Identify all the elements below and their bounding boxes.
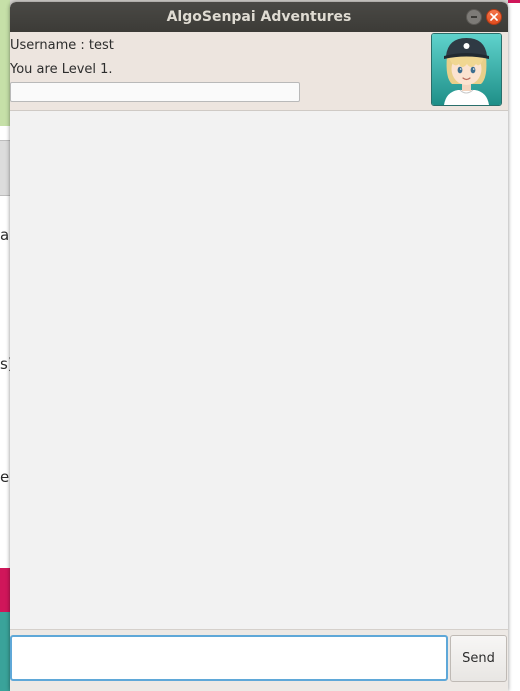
message-compose-bar: Send	[10, 629, 508, 691]
window-title: AlgoSenpai Adventures	[166, 9, 352, 25]
message-input[interactable]	[10, 635, 448, 681]
user-info-header: Username : test You are Level 1.	[10, 32, 508, 111]
background-window-right	[508, 0, 520, 691]
chat-message-area[interactable]	[10, 111, 508, 629]
background-toolbar	[0, 140, 10, 196]
title-bar[interactable]: AlgoSenpai Adventures	[10, 2, 508, 32]
desktop: a s) e AlgoSenpai Adventures Username : …	[0, 0, 520, 691]
background-avatar-fragment	[0, 612, 10, 691]
username-label: Username : test	[10, 38, 114, 53]
level-progress-bar	[10, 82, 300, 102]
level-label: You are Level 1.	[10, 62, 113, 77]
background-panel-green	[0, 0, 10, 126]
background-pink-edge	[508, 0, 520, 3]
close-icon	[490, 13, 498, 21]
character-avatar-icon	[432, 34, 501, 105]
avatar	[431, 33, 502, 106]
send-button[interactable]: Send	[450, 635, 507, 682]
background-pink-block	[0, 568, 10, 612]
close-button[interactable]	[486, 9, 502, 25]
app-window: AlgoSenpai Adventures Username : test Yo…	[10, 2, 508, 691]
minimize-button[interactable]	[466, 9, 482, 25]
